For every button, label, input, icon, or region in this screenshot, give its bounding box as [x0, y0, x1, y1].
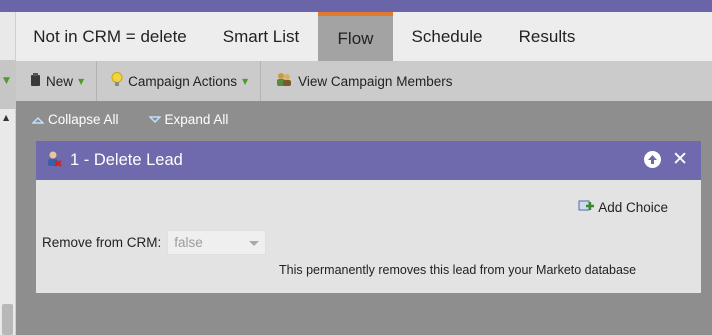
add-choice-button[interactable]: Add Choice: [578, 198, 668, 216]
rail-caret-icon[interactable]: ▼: [3, 76, 10, 86]
campaign-tab-bar: Not in CRM = delete Smart List Flow Sche…: [16, 12, 712, 61]
new-menu-label: New: [46, 73, 74, 89]
expand-all-button[interactable]: Expand All: [147, 112, 229, 127]
expand-all-label: Expand All: [164, 112, 229, 127]
collapse-icon: [31, 112, 45, 127]
tab-smart-list[interactable]: Smart List: [204, 12, 318, 61]
chevron-down-icon: [249, 241, 260, 246]
remove-from-crm-value: false: [174, 235, 203, 250]
move-up-icon[interactable]: [644, 151, 662, 168]
tab-campaign-name[interactable]: Not in CRM = delete: [16, 12, 204, 61]
delete-lead-icon: [46, 150, 62, 172]
tab-results[interactable]: Results: [501, 12, 593, 61]
lightbulb-icon: [111, 72, 123, 90]
view-campaign-members-label: View Campaign Members: [298, 73, 453, 89]
remove-from-crm-select[interactable]: false: [167, 230, 267, 255]
remove-from-crm-row: Remove from CRM: false: [42, 230, 267, 255]
flow-step-header-actions: ✕: [644, 150, 688, 169]
new-menu-button[interactable]: New ▼: [16, 61, 98, 101]
close-icon[interactable]: ✕: [672, 150, 688, 169]
view-campaign-members-button[interactable]: View Campaign Members: [261, 61, 464, 101]
expand-icon: [147, 112, 162, 127]
top-banner-strip: [0, 0, 712, 12]
chevron-down-icon: ▼: [78, 76, 85, 86]
flow-toolbar: New ▼ Campaign Actions ▼ View Campaign M…: [16, 61, 712, 101]
collapse-expand-controls: Collapse All Expand All: [31, 112, 229, 127]
chevron-down-icon: ▼: [241, 76, 249, 86]
campaign-members-icon: [275, 72, 293, 90]
flow-step-card: 1 - Delete Lead ✕ Add Choice Remove from…: [36, 141, 701, 293]
collapse-all-button[interactable]: Collapse All: [31, 112, 119, 127]
flow-step-header[interactable]: 1 - Delete Lead ✕: [36, 141, 701, 180]
campaign-actions-label: Campaign Actions: [128, 73, 237, 89]
flow-step-description: This permanently removes this lead from …: [279, 263, 637, 277]
tab-flow[interactable]: Flow: [318, 12, 393, 61]
remove-from-crm-label: Remove from CRM:: [42, 235, 162, 250]
add-choice-icon: [578, 198, 595, 216]
left-tree-rail: ▼ ▲: [0, 12, 16, 335]
flow-step-title: 1 - Delete Lead: [70, 151, 183, 169]
collapse-all-label: Collapse All: [48, 112, 119, 127]
rail-scroll-up-icon[interactable]: ▲: [3, 113, 9, 122]
tab-schedule[interactable]: Schedule: [393, 12, 501, 61]
add-choice-label: Add Choice: [598, 199, 668, 215]
new-icon: [30, 72, 41, 90]
left-rail-scrollbar[interactable]: [2, 304, 13, 335]
campaign-actions-button[interactable]: Campaign Actions ▼: [97, 61, 262, 101]
